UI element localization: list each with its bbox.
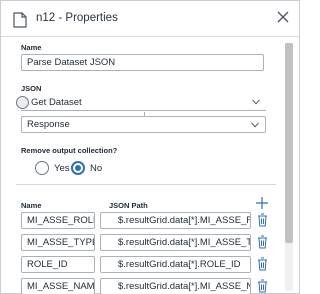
section-divider <box>16 184 276 185</box>
name-label: Name <box>21 43 42 52</box>
json-source-select[interactable]: Get Dataset <box>21 94 266 111</box>
vertical-scrollbar[interactable] <box>285 43 293 291</box>
close-icon[interactable] <box>275 9 291 25</box>
mapping-path-value: $.resultGrid.data[*].MI_ASSE_TYPE <box>118 237 250 248</box>
mapping-path-field[interactable]: $.resultGrid.data[*].ROLE_ID <box>100 256 251 273</box>
radio-no-label: No <box>90 162 103 174</box>
properties-panel: n12 - Properties Name Parse Dataset JSON… <box>0 0 300 294</box>
mapping-name-field[interactable]: ROLE_ID <box>21 256 95 273</box>
scrollbar-thumb[interactable] <box>285 43 293 243</box>
json-field-select[interactable]: Response <box>21 116 266 133</box>
panel-header: n12 - Properties <box>1 1 299 37</box>
chevron-down-icon <box>251 122 259 128</box>
json-field-value: Response <box>27 119 70 130</box>
mapping-path-field[interactable]: $.resultGrid.data[*].MI_ASSE_ROLE <box>100 212 251 229</box>
mapping-path-value: $.resultGrid.data[*].MI_ASSE_NAM <box>118 281 250 292</box>
mapping-name-value: MI_ASSE_ROLE_C <box>27 215 94 226</box>
properties-content[interactable]: Name Parse Dataset JSON JSON Get Dataset… <box>1 38 299 294</box>
mapping-name-header: Name <box>21 201 42 210</box>
mapping-path-field[interactable]: $.resultGrid.data[*].MI_ASSE_NAM <box>100 278 251 294</box>
trash-icon[interactable] <box>257 257 268 271</box>
mapping-path-header: JSON Path <box>109 201 148 210</box>
mapping-name-value: MI_ASSE_TYPE_C <box>27 237 94 248</box>
mapping-path-value: $.resultGrid.data[*].MI_ASSE_ROLE <box>118 215 250 226</box>
trash-icon[interactable] <box>257 235 268 249</box>
mapping-name-field[interactable]: MI_ASSE_ROLE_C <box>21 212 95 229</box>
mapping-row: MI_ASSE_NAME_( $.resultGrid.data[*].MI_A… <box>21 278 276 294</box>
radio-yes-label: Yes <box>54 162 70 174</box>
trash-icon[interactable] <box>257 279 268 293</box>
json-source-row: Get Dataset <box>16 94 266 111</box>
radio-yes[interactable]: Yes <box>35 161 70 175</box>
json-label: JSON <box>21 84 42 93</box>
mapping-row: MI_ASSE_ROLE_C $.resultGrid.data[*].MI_A… <box>21 212 276 229</box>
mapping-path-field[interactable]: $.resultGrid.data[*].MI_ASSE_TYPE <box>100 234 251 251</box>
mapping-name-value: MI_ASSE_NAME_( <box>27 281 95 292</box>
mapping-row: MI_ASSE_TYPE_C $.resultGrid.data[*].MI_A… <box>21 234 276 251</box>
trash-icon[interactable] <box>257 213 268 227</box>
json-source-value: Get Dataset <box>31 96 82 108</box>
mapping-name-field[interactable]: MI_ASSE_NAME_( <box>21 278 95 294</box>
radio-no[interactable]: No <box>71 161 102 175</box>
mapping-name-value: ROLE_ID <box>27 259 68 270</box>
chevron-down-icon <box>252 99 260 105</box>
document-icon <box>13 12 27 28</box>
mapping-path-value: $.resultGrid.data[*].ROLE_ID <box>118 259 241 270</box>
radio-no-circle[interactable] <box>71 161 85 175</box>
mapping-name-field[interactable]: MI_ASSE_TYPE_C <box>21 234 95 251</box>
mapping-row: ROLE_ID $.resultGrid.data[*].ROLE_ID <box>21 256 276 273</box>
panel-title: n12 - Properties <box>36 12 118 24</box>
remove-output-label: Remove output collection? <box>21 146 118 155</box>
name-field[interactable]: Parse Dataset JSON <box>21 54 264 71</box>
name-field-value: Parse Dataset JSON <box>27 57 116 68</box>
radio-yes-circle[interactable] <box>35 161 49 175</box>
add-mapping-icon[interactable] <box>255 196 269 210</box>
